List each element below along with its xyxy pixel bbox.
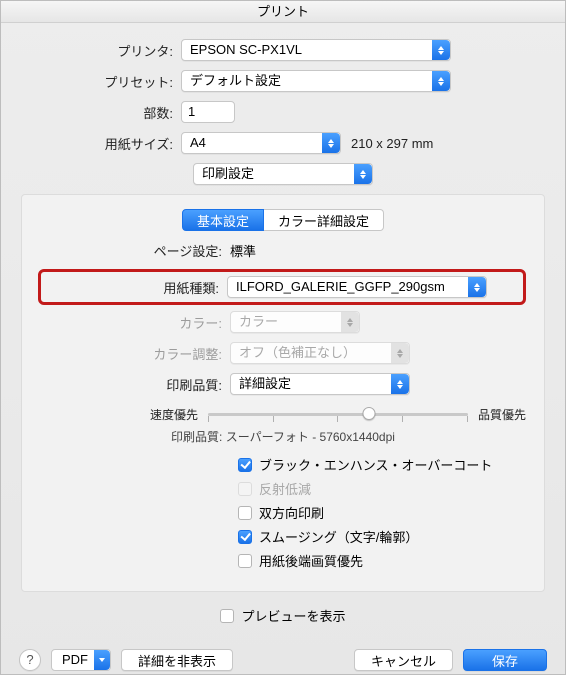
page-setup-value: 標準 [230, 241, 256, 260]
papersize-select[interactable]: A4 [181, 132, 341, 154]
color-adjust-label: カラー調整: [40, 344, 230, 363]
media-type-label: 用紙種類: [41, 278, 227, 297]
window-title: プリント [1, 1, 565, 23]
checkbox-black-enhance[interactable] [238, 458, 252, 472]
help-button[interactable]: ? [19, 649, 41, 671]
cancel-button[interactable]: キャンセル [354, 649, 453, 671]
slider-label-quality: 品質優先 [478, 406, 526, 423]
checkbox-trailing-quality[interactable] [238, 554, 252, 568]
print-settings-panel: 基本設定 カラー詳細設定 ページ設定: 標準 用紙種類: ILFORD_GALE… [21, 194, 545, 592]
color-adjust-select: オフ（色補正なし） [230, 342, 410, 364]
tab-basic[interactable]: 基本設定 [182, 209, 264, 231]
checkbox-label: 双方向印刷 [259, 503, 324, 522]
chevron-updown-icon [468, 277, 486, 297]
printer-select[interactable]: EPSON SC-PX1VL [181, 39, 451, 61]
checkbox-label: 反射低減 [259, 479, 311, 498]
hide-details-button[interactable]: 詳細を非表示 [121, 649, 233, 671]
print-dialog: プリント プリンタ: EPSON SC-PX1VL プリセット: デフォルト設定… [0, 0, 566, 675]
chevron-updown-icon [432, 40, 450, 60]
checkbox-show-preview[interactable] [220, 609, 234, 623]
checkbox-label: スムージング（文字/輪郭） [259, 527, 418, 546]
preset-select[interactable]: デフォルト設定 [181, 70, 451, 92]
chevron-updown-icon [391, 343, 409, 363]
page-setup-label: ページ設定: [40, 241, 230, 260]
quality-slider[interactable] [208, 404, 468, 424]
color-label: カラー: [40, 313, 230, 332]
chevron-updown-icon [341, 312, 359, 332]
checkbox-smoothing[interactable] [238, 530, 252, 544]
show-preview-label: プレビューを表示 [241, 606, 345, 625]
checkbox-label: ブラック・エンハンス・オーバーコート [259, 455, 492, 474]
chevron-down-icon [94, 650, 110, 670]
pdf-menu[interactable]: PDF [51, 649, 111, 671]
media-type-select[interactable]: ILFORD_GALERIE_GGFP_290gsm [227, 276, 487, 298]
tab-color-advanced[interactable]: カラー詳細設定 [264, 209, 384, 231]
printer-label: プリンタ: [21, 41, 181, 60]
checkbox-reflection [238, 482, 252, 496]
papersize-label: 用紙サイズ: [21, 134, 181, 153]
section-select[interactable]: 印刷設定 [193, 163, 373, 185]
color-select: カラー [230, 311, 360, 333]
print-quality-label: 印刷品質: [40, 375, 230, 394]
copies-field[interactable]: 1 [181, 101, 235, 123]
copies-label: 部数: [21, 103, 181, 122]
chevron-updown-icon [391, 374, 409, 394]
save-button[interactable]: 保存 [463, 649, 547, 671]
chevron-updown-icon [432, 71, 450, 91]
slider-label-speed: 速度優先 [150, 406, 198, 423]
slider-thumb[interactable] [363, 407, 376, 420]
quality-info: 印刷品質: スーパーフォト - 5760x1440dpi [40, 428, 526, 445]
checkbox-label: 用紙後端画質優先 [259, 551, 363, 570]
chevron-updown-icon [354, 164, 372, 184]
papersize-dimensions: 210 x 297 mm [351, 136, 433, 151]
preset-label: プリセット: [21, 72, 181, 91]
chevron-updown-icon [322, 133, 340, 153]
print-quality-select[interactable]: 詳細設定 [230, 373, 410, 395]
checkbox-bidirectional[interactable] [238, 506, 252, 520]
tab-group: 基本設定 カラー詳細設定 [182, 209, 384, 231]
media-type-highlight: 用紙種類: ILFORD_GALERIE_GGFP_290gsm [38, 269, 526, 305]
dialog-footer: ? PDF 詳細を非表示 キャンセル 保存 [1, 639, 565, 687]
